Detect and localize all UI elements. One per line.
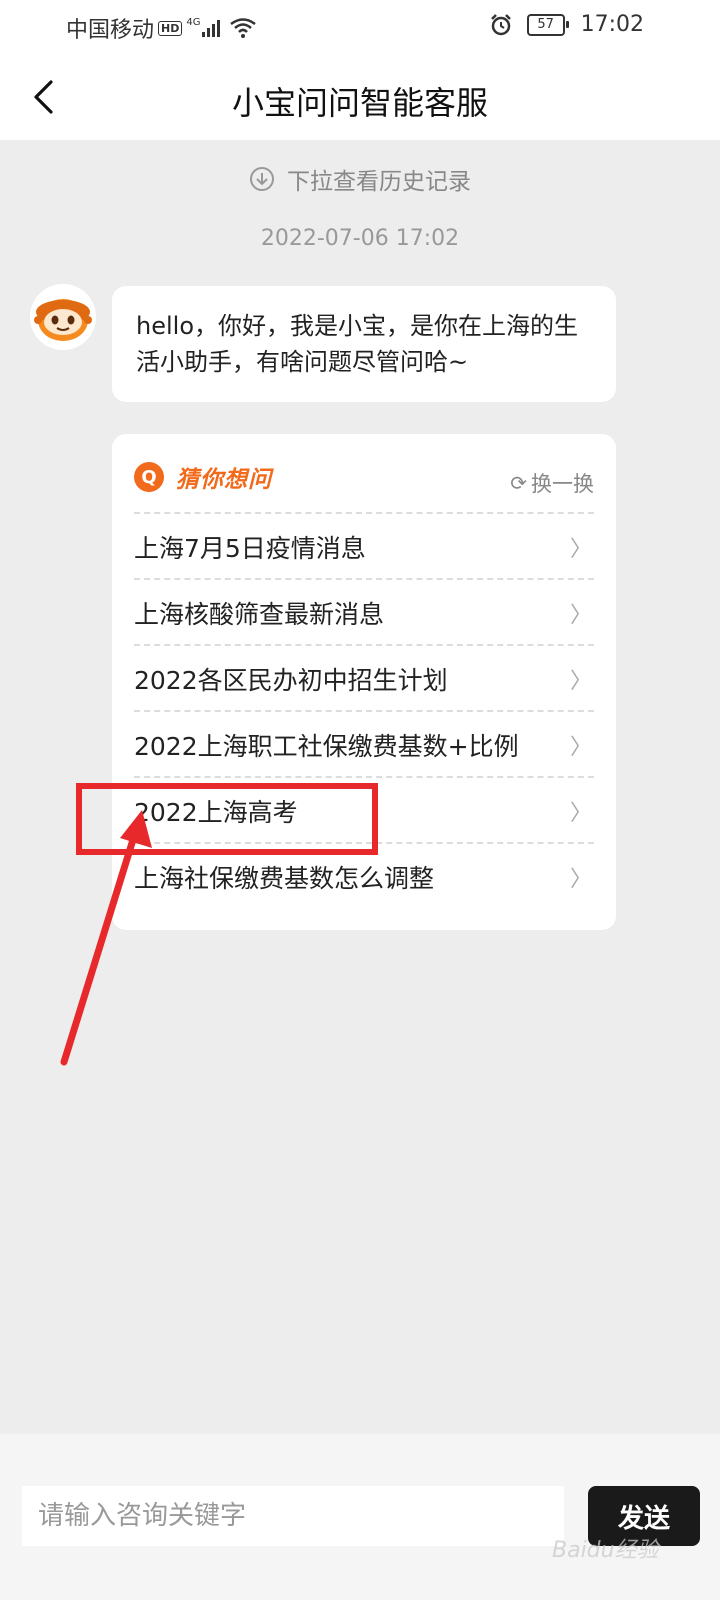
query-input[interactable]	[22, 1486, 564, 1546]
annotation-arrow-icon	[60, 810, 152, 1066]
watermark-logo: Baidu经验	[552, 1538, 659, 1563]
